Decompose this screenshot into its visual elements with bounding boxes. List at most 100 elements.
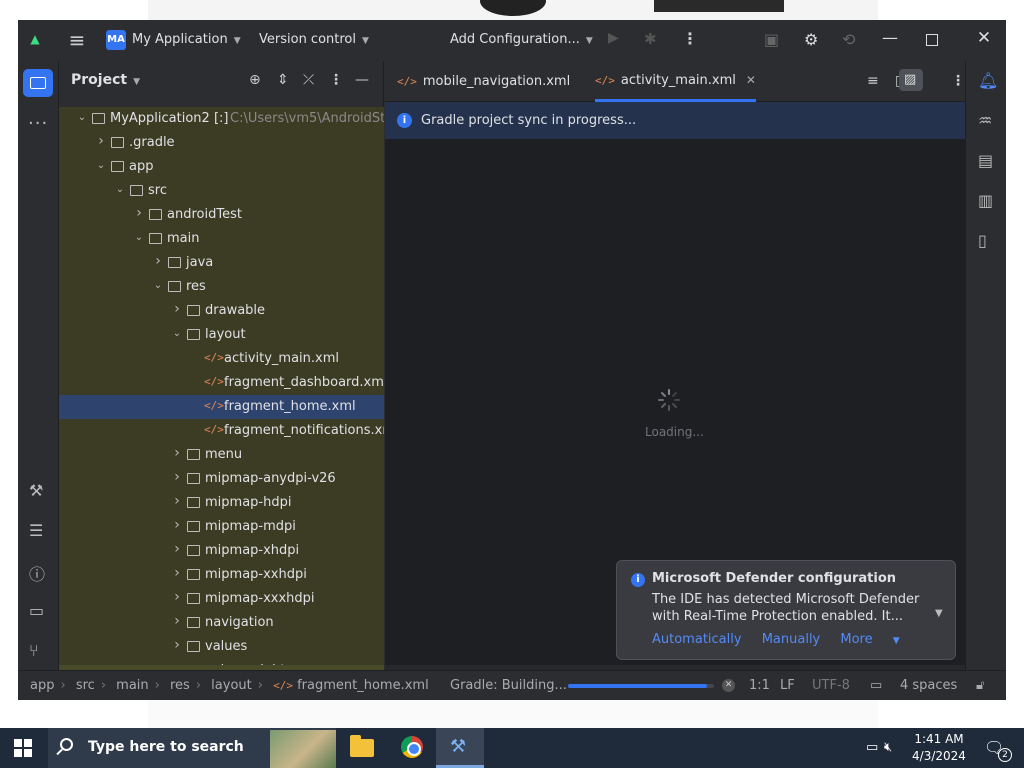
expand-all-icon[interactable]: ⇕: [277, 72, 289, 88]
close-window-button[interactable]: ✕: [974, 28, 994, 50]
build-icon[interactable]: ⚒: [29, 481, 43, 500]
start-button[interactable]: [14, 739, 32, 757]
tree-item[interactable]: › mipmap-xxhdpi: [59, 563, 384, 587]
chevron-right-icon[interactable]: ›: [171, 613, 183, 629]
run-icon[interactable]: ▶: [608, 30, 619, 46]
indent-setting[interactable]: 4 spaces: [900, 678, 957, 693]
chevron-down-icon[interactable]: ⌄: [76, 112, 88, 123]
run-configuration-selector[interactable]: Add Configuration... ▼: [450, 32, 593, 47]
chevron-down-icon[interactable]: ⌄: [95, 160, 107, 171]
code-view-icon[interactable]: ≡: [867, 73, 879, 89]
chevron-right-icon[interactable]: ›: [133, 205, 145, 221]
maximize-button[interactable]: [926, 34, 938, 46]
chevron-right-icon[interactable]: ›: [171, 517, 183, 533]
tree-item[interactable]: </> fragment_notifications.xml: [59, 419, 384, 443]
tree-item[interactable]: › java: [59, 251, 384, 275]
breadcrumb-item[interactable]: layout: [211, 678, 252, 693]
gradle-status[interactable]: Gradle: Building...: [450, 678, 567, 693]
tree-item[interactable]: ⌄ layout: [59, 323, 384, 347]
chevron-down-icon[interactable]: ⌄: [152, 280, 164, 291]
close-tab-icon[interactable]: ✕: [746, 73, 756, 87]
caret-position[interactable]: 1:1: [749, 678, 770, 693]
terminal-icon[interactable]: ▭: [29, 601, 44, 620]
project-selector[interactable]: My Application ▼: [132, 32, 241, 47]
tree-item[interactable]: </> fragment_dashboard.xml: [59, 371, 384, 395]
options-icon[interactable]: ⋮: [329, 72, 343, 88]
gradle-icon[interactable]: ♒: [978, 111, 992, 130]
chevron-right-icon[interactable]: ›: [171, 565, 183, 581]
more-actions-icon[interactable]: ⋮: [682, 29, 698, 48]
design-view-button[interactable]: ▨: [899, 69, 923, 91]
chrome-taskbar-button[interactable]: [388, 728, 436, 768]
tree-item[interactable]: ⌄ main: [59, 227, 384, 251]
tree-item[interactable]: › drawable: [59, 299, 384, 323]
chevron-right-icon[interactable]: ›: [152, 253, 164, 269]
chevron-right-icon[interactable]: ›: [95, 133, 107, 149]
file-encoding[interactable]: UTF-8: [812, 678, 850, 693]
chevron-down-icon[interactable]: ⌄: [114, 184, 126, 195]
breadcrumb-item[interactable]: src: [76, 678, 95, 693]
locate-file-icon[interactable]: ⊕: [249, 72, 261, 88]
tree-item[interactable]: ⌄ res: [59, 275, 384, 299]
chevron-right-icon[interactable]: ›: [171, 637, 183, 653]
automatically-link[interactable]: Automatically: [652, 632, 742, 647]
minimize-button[interactable]: —: [880, 28, 900, 50]
breadcrumb-item[interactable]: main: [116, 678, 148, 693]
file-explorer-taskbar-button[interactable]: [338, 728, 386, 768]
tab-activity-main[interactable]: </> activity_main.xml ✕: [595, 61, 756, 102]
tree-item[interactable]: › mipmap-mdpi: [59, 515, 384, 539]
device-manager-icon[interactable]: ▣: [764, 30, 779, 49]
tree-item[interactable]: </> activity_main.xml: [59, 347, 384, 371]
taskbar-clock[interactable]: 1:41 AM 4/3/2024: [908, 731, 970, 765]
tree-item[interactable]: › values: [59, 635, 384, 659]
project-tool-button[interactable]: [23, 69, 53, 97]
editor-options-icon[interactable]: ⋮: [951, 73, 965, 89]
tree-item[interactable]: ⌄ src: [59, 179, 384, 203]
chevron-down-icon[interactable]: ⌄: [171, 328, 183, 339]
logcat-icon[interactable]: ☰: [29, 521, 43, 540]
android-studio-taskbar-button[interactable]: ⚒: [436, 728, 484, 768]
manually-link[interactable]: Manually: [762, 632, 821, 647]
running-devices-icon[interactable]: ▥: [978, 191, 993, 210]
tree-item[interactable]: › mipmap-anydpi-v26: [59, 467, 384, 491]
tree-item[interactable]: › .gradle: [59, 131, 384, 155]
device-file-explorer-icon[interactable]: ▤: [978, 151, 993, 170]
expand-chevron-icon[interactable]: ▼: [935, 608, 943, 619]
main-menu-icon[interactable]: ≡: [66, 30, 88, 52]
volume-muted-icon[interactable]: 🔇︎: [884, 740, 892, 755]
notifications-bell-icon[interactable]: 🔔︎: [978, 71, 998, 90]
sync-icon[interactable]: ⟲: [842, 30, 855, 49]
tree-item[interactable]: › menu: [59, 443, 384, 467]
chevron-right-icon[interactable]: ›: [171, 493, 183, 509]
line-ending[interactable]: LF: [780, 678, 795, 693]
project-badge[interactable]: MA: [106, 30, 126, 50]
tree-item[interactable]: › mipmap-hdpi: [59, 491, 384, 515]
tray-display-icon[interactable]: ▭: [866, 740, 878, 755]
chevron-down-icon[interactable]: ⌄: [133, 232, 145, 243]
chevron-right-icon[interactable]: ›: [171, 541, 183, 557]
problems-icon[interactable]: ⓘ: [29, 561, 45, 585]
taskbar-search-box[interactable]: Type here to search: [48, 728, 336, 768]
debug-icon[interactable]: ✱: [644, 30, 657, 48]
breadcrumb-item[interactable]: fragment_home.xml: [297, 678, 429, 693]
tree-item[interactable]: › navigation: [59, 611, 384, 635]
chevron-right-icon[interactable]: ›: [171, 589, 183, 605]
git-branch-icon[interactable]: ⑂: [29, 641, 39, 660]
read-only-lock-icon[interactable]: 🔓︎: [976, 678, 984, 693]
tree-item[interactable]: › mipmap-xxxhdpi: [59, 587, 384, 611]
tree-item[interactable]: ⌄ app: [59, 155, 384, 179]
tree-item[interactable]: </> fragment_home.xml: [59, 395, 384, 419]
breadcrumb-item[interactable]: res: [170, 678, 190, 693]
cancel-build-icon[interactable]: ✕: [722, 679, 735, 692]
more-link[interactable]: More ▼: [840, 632, 915, 647]
version-control-menu[interactable]: Version control ▼: [259, 32, 369, 47]
inspections-icon[interactable]: ▭: [870, 678, 882, 693]
chevron-right-icon[interactable]: ›: [171, 469, 183, 485]
chevron-right-icon[interactable]: ›: [171, 301, 183, 317]
project-panel-title[interactable]: Project ▼: [71, 72, 140, 88]
chevron-right-icon[interactable]: ›: [171, 445, 183, 461]
collapse-all-icon[interactable]: ⤫: [303, 72, 314, 88]
breadcrumb-item[interactable]: app: [30, 678, 54, 693]
tree-item[interactable]: ⌄ MyApplication2 [:] C:\Users\vm5\AndroidS…: [59, 107, 384, 131]
tab-mobile-navigation[interactable]: </> mobile_navigation.xml: [397, 61, 570, 102]
